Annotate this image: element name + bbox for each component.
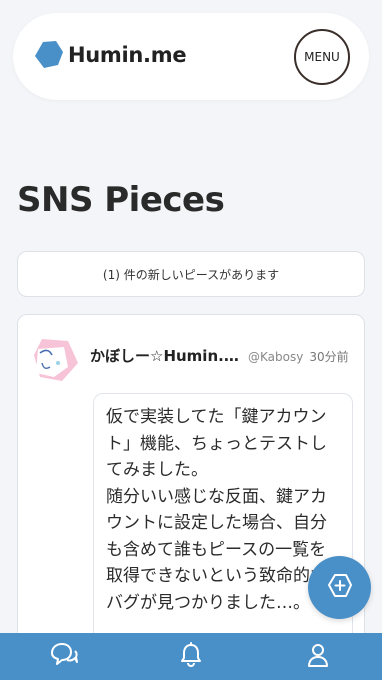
add-piece-button[interactable]: [308, 556, 371, 619]
avatar[interactable]: [28, 333, 80, 385]
menu-button[interactable]: MENU: [294, 29, 350, 85]
new-pieces-notice[interactable]: (1) 件の新しいピースがあります: [17, 251, 365, 297]
author-name[interactable]: かぼしー☆Humin.me: [90, 345, 246, 366]
add-piece-icon: [327, 573, 353, 603]
piece-body[interactable]: 仮で実装してた「鍵アカウント」機能、ちょっとテストしてみました。 随分いい感じな…: [93, 393, 353, 653]
logo-text: Humin.me: [68, 43, 187, 67]
nav-notifications[interactable]: [127, 633, 254, 680]
author-handle[interactable]: @Kabosy: [248, 350, 303, 364]
piece-meta: かぼしー☆Humin.me @Kabosy 30分前: [90, 345, 360, 369]
bell-icon: [179, 641, 203, 672]
page-title: SNS Pieces: [17, 180, 225, 220]
logo[interactable]: Humin.me: [34, 41, 187, 69]
logo-icon: [34, 41, 64, 69]
nav-profile[interactable]: [255, 633, 382, 680]
bottom-nav: [0, 633, 382, 680]
nav-pieces[interactable]: [0, 633, 127, 680]
chat-bubbles-icon: [49, 642, 79, 672]
app-header: Humin.me MENU: [13, 13, 369, 100]
user-icon: [306, 642, 330, 672]
piece-timestamp[interactable]: 30分前: [309, 348, 348, 365]
